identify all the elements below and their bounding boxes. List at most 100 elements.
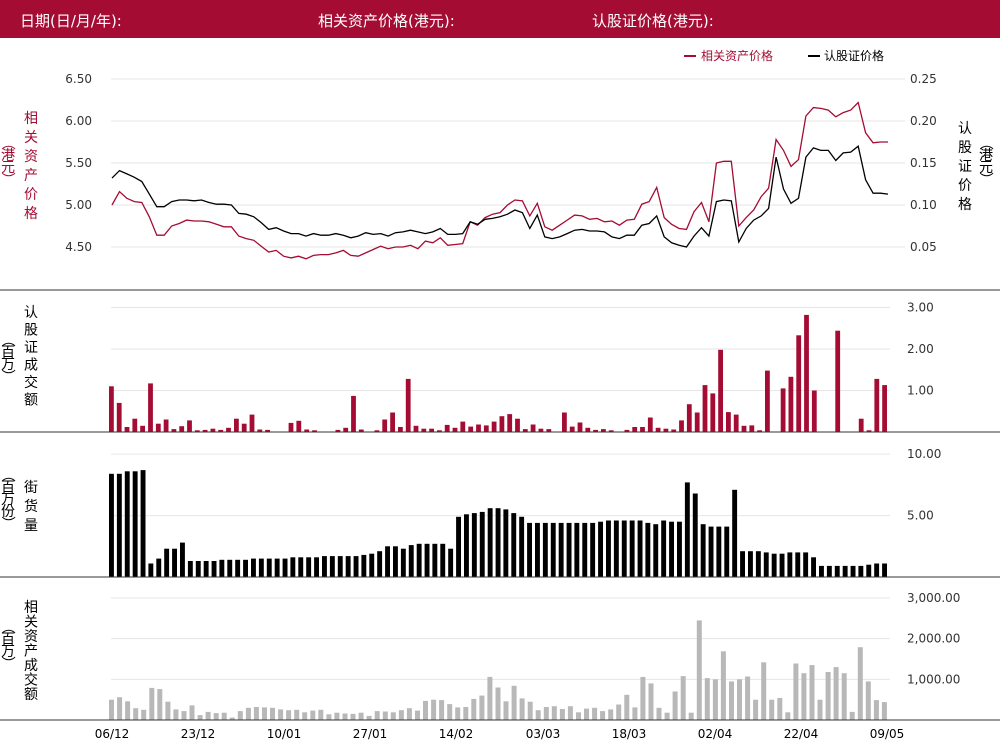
asset-turnover-bar xyxy=(712,679,718,720)
asset-turnover-bar xyxy=(406,708,412,720)
y-axis-title-right: 格 xyxy=(958,197,972,213)
outstanding-bar xyxy=(606,520,611,577)
x-tick: 06/12 xyxy=(95,727,130,741)
asset-turnover-bar xyxy=(849,711,855,720)
asset-turnover-bar xyxy=(149,687,155,720)
outstanding-bar xyxy=(345,556,351,577)
asset-turnover-bar xyxy=(696,620,702,720)
warrant-turnover-bar xyxy=(187,420,192,432)
warrant-turnover-bar xyxy=(765,370,770,432)
warrant-turnover-bar xyxy=(163,419,169,432)
x-tick: 09/05 xyxy=(870,727,905,741)
warrant-turnover-axis-title: 额 xyxy=(24,393,38,409)
warrant-turnover-bar xyxy=(804,314,809,432)
asset-turnover-bar xyxy=(398,710,404,720)
asset-turnover-bar xyxy=(825,672,831,720)
y-tick-right: 0.15 xyxy=(910,156,937,170)
outstanding-bar xyxy=(755,551,761,577)
outstanding-bar xyxy=(322,556,327,577)
asset-turnover-bar xyxy=(688,712,694,720)
asset-turnover-bar xyxy=(527,701,533,720)
outstanding-bar xyxy=(535,522,540,577)
outstanding-bar xyxy=(361,554,367,577)
asset-turnover-axis-title: 额 xyxy=(24,687,38,703)
outstanding-bar xyxy=(172,548,177,577)
asset-turnover-bar xyxy=(761,662,767,720)
y-axis-title-left: 产 xyxy=(24,168,38,184)
outstanding-bar xyxy=(479,511,485,577)
outstanding-bar xyxy=(116,473,122,577)
y-tick: 5.00 xyxy=(907,509,934,523)
warrant-turnover-axis-title: 证 xyxy=(24,340,38,356)
line-series-asset xyxy=(111,101,888,260)
outstanding-bar xyxy=(180,542,185,577)
x-tick: 27/01 xyxy=(353,727,388,741)
x-tick: 02/04 xyxy=(698,727,733,741)
asset-turnover-bar xyxy=(165,701,171,720)
outstanding-bar xyxy=(448,548,454,577)
warrant-turnover-bar xyxy=(530,424,536,432)
asset-turnover-bar xyxy=(350,713,356,720)
asset-turnover-bar xyxy=(865,681,871,720)
warrant-turnover-bar xyxy=(109,386,114,432)
outstanding-bar xyxy=(826,565,832,577)
y-axis-title-right-unit: ） xyxy=(977,172,993,186)
y-tick-right: 0.25 xyxy=(910,72,937,86)
warrant-turnover-bar xyxy=(835,330,841,432)
warrant-turnover-bar xyxy=(179,426,185,432)
warrant-turnover-axis-title: 成 xyxy=(24,358,38,374)
warrant-turnover-bar xyxy=(124,427,130,432)
y-axis-title-right: 股 xyxy=(958,140,972,156)
warrant-turnover-bar xyxy=(249,414,255,432)
asset-turnover-bar xyxy=(487,676,493,720)
warrant-turnover-bar xyxy=(226,427,231,432)
outstanding-bar xyxy=(716,526,722,577)
warrant-turnover-bar xyxy=(679,420,684,432)
x-tick: 18/03 xyxy=(612,727,647,741)
y-axis-title-left: 价 xyxy=(24,187,38,203)
warrant-turnover-bar xyxy=(726,412,731,432)
asset-turnover-bar xyxy=(624,694,630,720)
warrant-turnover-bar xyxy=(483,425,489,432)
outstanding-bar xyxy=(385,546,390,577)
y-tick-left: 5.50 xyxy=(65,156,92,170)
asset-turnover-bar xyxy=(664,712,670,720)
outstanding-bar xyxy=(156,558,162,577)
outstanding-bar xyxy=(187,561,193,577)
warrant-turnover-bar xyxy=(405,378,411,432)
outstanding-bar xyxy=(763,552,769,577)
warrant-turnover-bar xyxy=(718,349,723,432)
warrant-turnover-bar xyxy=(647,417,653,432)
y-axis-title-left: 资 xyxy=(24,149,38,165)
outstanding-bar xyxy=(353,556,359,577)
asset-turnover-bar xyxy=(294,709,300,720)
outstanding-bar xyxy=(858,565,864,577)
y-tick-right: 0.10 xyxy=(910,198,937,212)
outstanding-bar xyxy=(803,552,809,577)
outstanding-bar xyxy=(590,522,596,577)
outstanding-bar xyxy=(748,551,753,577)
asset-turnover-bar xyxy=(342,713,348,720)
x-tick: 23/12 xyxy=(181,727,216,741)
asset-turnover-bar xyxy=(857,647,863,720)
outstanding-bar xyxy=(811,557,816,577)
asset-turnover-bar xyxy=(278,709,284,720)
chart-svg: 6.50 0.25 6.00 0.20 5.50 0.15 5.00 0.10 4.50 0.05… xyxy=(0,48,1000,741)
asset-turnover-bar xyxy=(173,709,179,720)
outstanding-bar xyxy=(298,557,304,577)
warrant-turnover-bar xyxy=(288,422,294,432)
asset-turnover-bar xyxy=(415,710,420,720)
outstanding-bar xyxy=(471,513,477,577)
legend-asset: 相关资产价格 xyxy=(701,48,773,63)
outstanding-bar xyxy=(550,522,556,577)
warrant-turnover-bar xyxy=(343,427,349,432)
warrant-turnover-bar xyxy=(733,414,739,432)
outstanding-bar xyxy=(527,522,532,577)
y-axis-title-left: 关 xyxy=(24,130,38,146)
warrant-turnover-bar xyxy=(499,416,505,432)
outstanding-bar xyxy=(424,543,430,577)
outstanding-bar xyxy=(724,526,730,577)
asset-turnover-bar xyxy=(382,711,388,720)
warrant-turnover-bar xyxy=(452,427,458,432)
outstanding-bar xyxy=(456,516,461,577)
